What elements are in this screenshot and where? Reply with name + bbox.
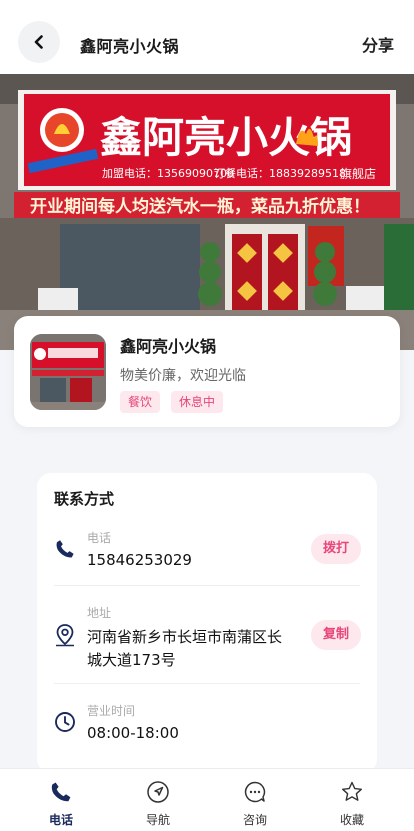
nav-consult[interactable]: 咨询 — [206, 769, 302, 831]
sign-order-phone: 订餐电话：18839289518 — [214, 166, 346, 180]
sign-branch: 旗舰店 — [340, 166, 376, 181]
divider — [54, 585, 360, 586]
bottom-nav: 电话 导航 咨询 收藏 — [0, 768, 414, 831]
navigation-icon — [145, 779, 171, 805]
contact-card: 联系方式 电话 15846253029 拨打 地址 河南省新乡市长垣市南蒲区长 … — [37, 473, 377, 773]
address-line-1: 河南省新乡市长垣市南蒲区长 — [87, 628, 283, 646]
address-label: 地址 — [87, 606, 112, 620]
copy-address-button[interactable]: 复制 — [311, 620, 361, 650]
back-button[interactable] — [18, 21, 60, 63]
business-hours: 08:00-18:00 — [87, 724, 179, 742]
location-pin-icon — [53, 623, 77, 647]
store-slogan: 物美价廉，欢迎光临 — [120, 368, 246, 384]
contact-section-title: 联系方式 — [54, 490, 115, 508]
star-icon — [339, 779, 365, 805]
nav-label: 咨询 — [242, 813, 267, 827]
store-name: 鑫阿亮小火锅 — [120, 337, 217, 356]
nav-favorite[interactable]: 收藏 — [303, 769, 399, 831]
promo-banner: 开业期间每人均送汽水一瓶，菜品九折优惠！ — [30, 196, 370, 217]
storefront-photo: 鑫阿亮小火锅 加盟电话：13569090700 订餐电话：18839289518… — [0, 74, 414, 350]
share-button[interactable]: 分享 — [362, 32, 394, 56]
phone-label: 电话 — [87, 531, 112, 545]
divider — [54, 683, 360, 684]
app-header: 鑫阿亮小火锅 分享 — [0, 0, 414, 74]
nav-navigation[interactable]: 导航 — [109, 769, 205, 831]
nav-phone[interactable]: 电话 — [12, 769, 108, 831]
phone-icon — [53, 537, 77, 561]
status-tag: 休息中 — [171, 391, 224, 413]
phone-number: 15846253029 — [87, 551, 192, 569]
store-thumbnail[interactable] — [30, 334, 106, 410]
hours-label: 营业时间 — [87, 704, 136, 718]
call-button[interactable]: 拨打 — [311, 534, 361, 564]
nav-label: 收藏 — [339, 813, 364, 827]
address-line-2: 城大道173号 — [87, 651, 176, 669]
chat-icon — [242, 779, 268, 805]
clock-icon — [53, 710, 77, 734]
storefront-image: 鑫阿亮小火锅 加盟电话：13569090700 订餐电话：18839289518… — [0, 74, 414, 350]
page-title: 鑫阿亮小火锅 — [80, 37, 180, 56]
phone-icon — [48, 779, 74, 805]
category-tag: 餐饮 — [120, 391, 161, 413]
nav-label: 电话 — [48, 813, 73, 827]
store-info-card: 鑫阿亮小火锅 物美价廉，欢迎光临 餐饮 休息中 — [14, 316, 400, 427]
sign-main-text: 鑫阿亮小火锅 — [100, 113, 352, 162]
nav-label: 导航 — [145, 813, 170, 827]
chevron-left-icon — [34, 35, 43, 49]
